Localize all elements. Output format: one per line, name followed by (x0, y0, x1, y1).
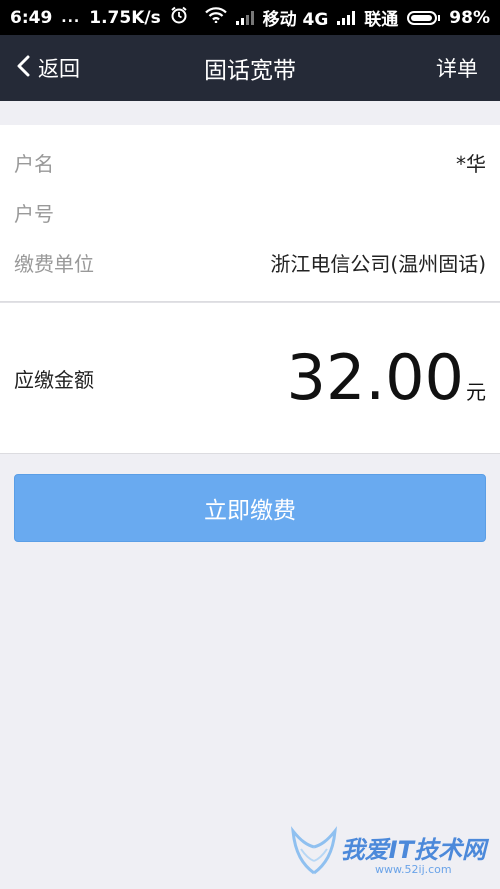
notification-dots: ... (61, 9, 81, 26)
chevron-left-icon (16, 55, 30, 82)
status-bar: 6:49 ... 1.75K/s 移动 4G 联通 98% (0, 0, 500, 35)
carrier-2: 联通 (364, 10, 399, 30)
pay-now-button[interactable]: 立即缴费 (14, 474, 486, 542)
signal-strength-icon-2 (337, 10, 356, 25)
battery-icon (407, 10, 441, 25)
status-left: 6:49 ... 1.75K/s (10, 6, 188, 29)
account-info-section: 户名 *华 户号 缴费单位 浙江电信公司(温州固话) (0, 125, 500, 302)
info-row-account-number: 户号 (0, 187, 500, 237)
alarm-icon (170, 6, 188, 29)
watermark-text: 我爱IT技术网 www.52ij.com (341, 830, 486, 876)
back-label: 返回 (38, 57, 80, 81)
network-speed: 1.75K/s (89, 7, 161, 28)
back-button[interactable]: 返回 (16, 53, 80, 83)
amount-label: 应缴金额 (14, 367, 94, 392)
clock-time: 6:49 (10, 7, 53, 28)
amount-due-section: 应缴金额 32.00 元 (0, 302, 500, 454)
amount-value: 32.00 元 (287, 347, 487, 409)
info-row-account-name: 户名 *华 (0, 137, 500, 187)
info-label: 缴费单位 (14, 251, 94, 276)
details-button[interactable]: 详单 (436, 53, 478, 83)
signal-strength-icon (235, 10, 254, 25)
info-row-billing-unit: 缴费单位 浙江电信公司(温州固话) (0, 237, 500, 287)
battery-level: 98% (449, 7, 490, 28)
watermark-main: 我爱IT技术网 (340, 836, 486, 864)
info-value: 浙江电信公司(温州固话) (270, 251, 486, 276)
status-right: 移动 4G 联通 98% (204, 5, 490, 30)
info-label: 户号 (14, 201, 54, 226)
wifi-icon (204, 7, 227, 28)
wings-logo-icon (290, 825, 337, 881)
info-label: 户名 (14, 151, 54, 176)
nav-bar: 返回 固话宽带 详单 (0, 35, 500, 101)
carrier-1: 移动 4G (262, 10, 329, 30)
watermark: 我爱IT技术网 www.52ij.com (290, 825, 486, 881)
amount-unit: 元 (466, 380, 486, 404)
amount-number: 32.00 (286, 341, 465, 414)
info-value: *华 (456, 151, 486, 176)
